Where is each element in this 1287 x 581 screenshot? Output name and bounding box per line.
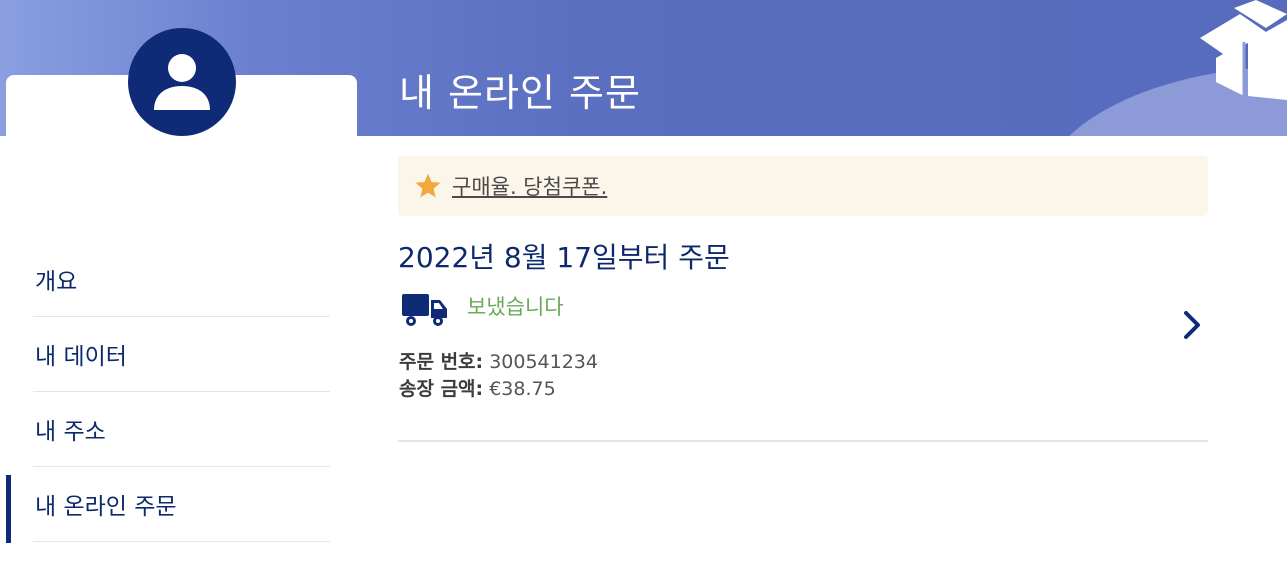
promo-banner: 구매율. 당첨쿠폰. [398,156,1208,216]
order-details: 주문 번호: 300541234 송장 금액: €38.75 [399,349,598,403]
sidebar-item-label: 내 주소 [35,419,106,445]
order-number-row: 주문 번호: 300541234 [399,349,598,376]
order-status-text: 보냈습니다 [467,295,564,319]
page-title: 내 온라인 주문 [399,71,641,115]
truck-icon [402,294,447,326]
sidebar-item-overview[interactable]: 개요 [33,242,330,317]
sidebar-item-label: 내 데이터 [35,344,127,370]
sidebar-item-label: 내 온라인 주문 [35,494,177,520]
account-sidebar: 개요 내 데이터 내 주소 내 온라인 주문 [0,242,330,543]
promo-coupon-link[interactable]: 구매율. 당첨쿠폰. [452,171,607,201]
invoice-amount-label: 송장 금액: [399,378,484,400]
invoice-amount-value: €38.75 [489,378,556,400]
invoice-amount-row: 송장 금액: €38.75 [399,376,598,403]
order-number-value: 300541234 [489,351,598,373]
user-avatar-icon [128,28,236,136]
sidebar-item-my-online-orders[interactable]: 내 온라인 주문 [6,467,330,543]
sidebar-item-my-address[interactable]: 내 주소 [33,392,330,467]
sidebar-item-label: 개요 [35,269,78,295]
chevron-right-icon[interactable] [1180,308,1204,342]
star-icon [415,173,441,198]
order-date-heading: 2022년 8월 17일부터 주문 [398,241,730,274]
sidebar-item-my-data[interactable]: 내 데이터 [33,317,330,392]
package-box-icon [1200,0,1287,100]
order-number-label: 주문 번호: [399,351,484,373]
order-divider [398,440,1208,442]
order-status: 보냈습니다 [401,290,564,330]
